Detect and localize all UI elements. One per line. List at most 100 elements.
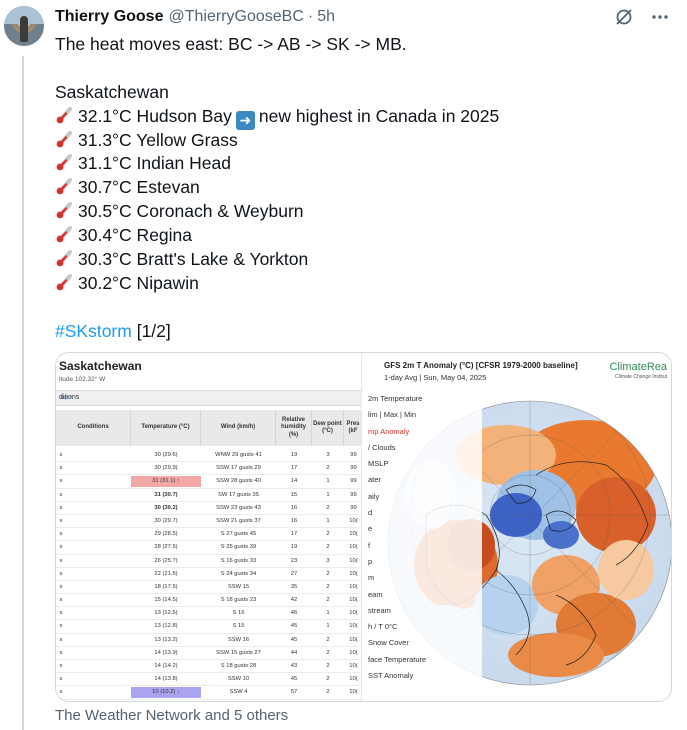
table-cell: 35	[290, 583, 298, 590]
hashtag-link[interactable]: #SKstorm	[55, 321, 132, 341]
table-cell: 99	[350, 478, 357, 485]
table-cell: SSW 15 gusts 27	[216, 649, 261, 656]
attribution-link[interactable]: The Weather Network and 5 others	[55, 707, 288, 724]
author-handle[interactable]: @ThierryGooseBC	[168, 8, 303, 26]
map-menu-item: stream	[362, 602, 482, 620]
table-cell: 14 (14.2)	[154, 663, 178, 669]
table-row: s 31 (31.1) ↑ SSW 28 gusts 40 14 1 99	[56, 475, 361, 489]
more-icon[interactable]	[649, 6, 671, 28]
table-cell: S 25 gusts 39	[220, 544, 257, 551]
table-cell: 10(	[349, 610, 358, 617]
table-cell: 17	[290, 465, 298, 472]
temp-reading: 30.3°C Bratt's Lake & Yorkton	[78, 249, 309, 270]
table-cell: 1	[326, 623, 330, 630]
table-cell: 10(	[349, 583, 358, 590]
table-cell: 57	[290, 689, 298, 696]
table-cell: S 16 gusts 33	[220, 557, 257, 564]
map-menu-item: h / T 0°C	[362, 619, 482, 636]
table-cell: SSW 28 gusts 40	[216, 478, 261, 485]
table-cell: SSW 4	[229, 689, 248, 696]
temp-line: 30.3°C Bratt's Lake & Yorkton	[55, 248, 665, 272]
map-brand-subtitle: Climate Change Institut	[615, 374, 667, 380]
table-cell: 2	[326, 544, 330, 551]
map-title: GFS 2m T Anomaly (°C) [CFSR 1979-2000 ba…	[384, 361, 578, 370]
table-cell: 10(	[349, 689, 358, 696]
table-cell: 2	[326, 597, 330, 604]
weather-table-image[interactable]: Saskatchewan itude 102.32° W ditions Imp…	[56, 353, 362, 701]
map-subtitle: 1-day Avg | Sun, May 04, 2025	[384, 373, 487, 382]
table-cell: 1	[326, 491, 330, 498]
table-cell: 10(	[349, 570, 358, 577]
table-cell: 10(	[349, 623, 358, 630]
table-row: s 14 (14.2) S 18 gusts 28 43 2 10(	[56, 660, 361, 674]
table-cell: S 15	[232, 623, 245, 630]
wx-table-header: Conditions Temperature (°C) Wind (km/h) …	[56, 410, 361, 446]
timestamp[interactable]: 5h	[317, 8, 335, 26]
table-cell: 45	[290, 623, 298, 630]
table-row: s 15 (14.5) S 18 gusts 23 42 2 10(	[56, 594, 361, 608]
table-cell: 1	[326, 610, 330, 617]
avatar[interactable]	[4, 6, 44, 46]
table-cell: s	[59, 676, 63, 683]
map-menu-item: lim | Max | Min	[362, 407, 482, 424]
table-cell: 2	[326, 583, 330, 590]
table-cell: 45	[290, 636, 298, 643]
thermometer-icon	[56, 154, 73, 171]
table-row: s 30 (29.7) SSW 21 gusts 37 16 1 10(	[56, 515, 361, 529]
table-cell: s	[59, 452, 63, 458]
temp-line: 31.3°C Yellow Grass	[55, 129, 665, 153]
temp-line: 31.1°C Indian Head	[55, 152, 665, 176]
table-cell: 45	[290, 676, 298, 683]
wx-subtitle: itude 102.32° W	[59, 376, 106, 383]
table-cell: s	[59, 478, 63, 485]
table-row: s 13 (12.5) S 16 46 1 10(	[56, 607, 361, 621]
table-cell: 1	[326, 517, 330, 524]
table-cell: s	[59, 583, 63, 590]
table-cell: S 24 gusts 34	[220, 570, 257, 577]
table-cell: s	[59, 557, 63, 564]
map-menu-item: m	[362, 570, 482, 587]
wx-col-temperature: Temperature (°C)	[131, 410, 201, 446]
table-cell: 30 (30.2)	[154, 504, 178, 511]
temp-line: 32.1°C Hudson Bay ➜ new highest in Canada …	[55, 105, 665, 130]
grok-icon[interactable]	[613, 6, 635, 28]
table-cell: 10(	[349, 636, 358, 643]
table-cell: 10(	[349, 544, 358, 551]
table-cell: 44	[290, 649, 298, 656]
table-cell: 2	[326, 649, 330, 656]
wx-col-humidity: Relative humidity (%)	[276, 410, 312, 446]
temp-line: 30.7°C Estevan	[55, 176, 665, 200]
thermometer-icon	[56, 130, 73, 147]
table-cell: 2	[326, 504, 330, 511]
author-name[interactable]: Thierry Goose	[55, 8, 163, 26]
table-cell: 10(	[349, 557, 358, 564]
map-menu-item: p	[362, 553, 482, 571]
table-cell: SSW 16	[227, 636, 250, 643]
table-cell: 10(	[349, 663, 358, 669]
map-menu-item: mp Anomaly	[362, 423, 482, 440]
table-cell: S 27 gusts 45	[220, 531, 257, 538]
anomaly-map-image[interactable]: GFS 2m T Anomaly (°C) [CFSR 1979-2000 ba…	[362, 353, 671, 701]
temp-reading: 30.7°C Estevan	[78, 177, 200, 198]
table-cell: s	[59, 531, 63, 538]
table-cell: 10 (10.2) ↓	[131, 687, 201, 699]
table-cell: 22 (21.5)	[154, 570, 178, 577]
table-cell: S 16	[232, 610, 245, 617]
map-variable-menu: 2m Temperature lim | Max | Min mp Anomaly /…	[362, 391, 482, 685]
map-menu-item: face Temperature	[362, 651, 482, 669]
temp-reading: 30.2°C Nipawin	[78, 272, 199, 293]
thermometer-icon	[56, 178, 73, 195]
table-cell: 15 (14.5)	[154, 597, 178, 604]
thermometer-icon	[56, 226, 73, 243]
table-cell: S 18 gusts 23	[220, 597, 257, 604]
table-row: s 30 (30.2) SSW 23 gusts 43 16 2 99	[56, 502, 361, 515]
wx-col-wind: Wind (km/h)	[201, 410, 276, 446]
table-row: s 14 (13.9) SSW 15 gusts 27 44 2 10(	[56, 647, 361, 660]
table-cell: 3	[326, 452, 330, 458]
table-row: s 29 (28.5) S 27 gusts 45 17 2 10(	[56, 528, 361, 542]
table-cell: 16	[290, 504, 298, 511]
tweet-region: Saskatchewan	[55, 81, 169, 102]
map-brand: ClimateRea	[609, 361, 667, 373]
table-cell: 13 (12.8)	[154, 623, 178, 630]
table-cell: 14	[290, 478, 298, 485]
